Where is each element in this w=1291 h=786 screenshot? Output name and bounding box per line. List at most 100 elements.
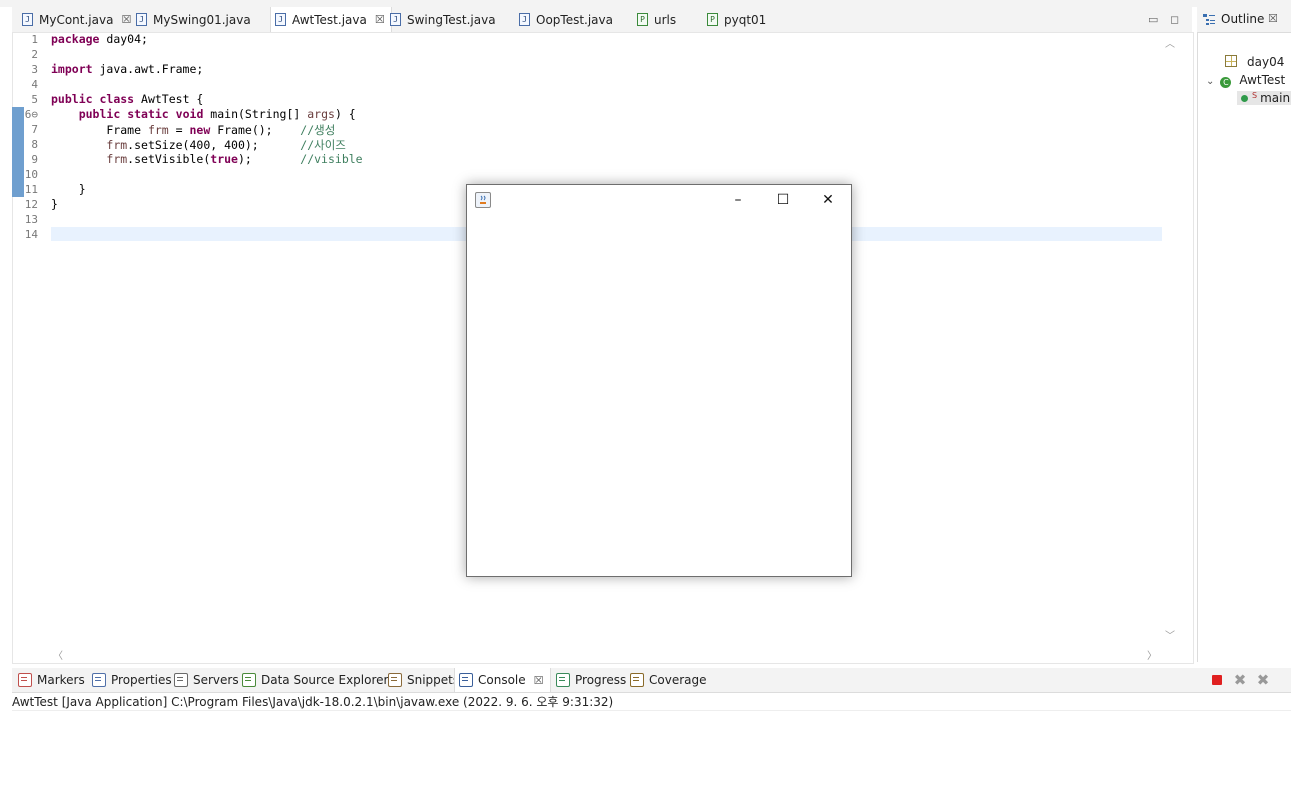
line-number: 10: [24, 168, 38, 181]
editor-tab-4[interactable]: J OopTest.java: [515, 7, 619, 32]
console-output[interactable]: [12, 710, 1291, 786]
frame-minimize-button[interactable]: –: [728, 191, 748, 209]
scroll-right-icon[interactable]: 〉: [1147, 647, 1157, 662]
database-icon: [242, 673, 256, 687]
scroll-up-icon[interactable]: ︿: [1165, 35, 1175, 50]
panel-tab-3[interactable]: Data Source Explorer: [238, 668, 394, 692]
snippets-icon: [388, 673, 402, 687]
console-icon: [459, 673, 473, 687]
awt-frame-window[interactable]: – ☐ ✕: [466, 184, 852, 577]
editor-tab-label: AwtTest.java: [292, 12, 367, 27]
scroll-left-icon[interactable]: 〈: [53, 647, 63, 662]
panel-tab-label: Properties: [111, 673, 172, 687]
line-number: 6⊖: [24, 108, 38, 121]
python-file-icon: P: [707, 13, 718, 26]
code-line[interactable]: }: [51, 197, 58, 211]
java-file-icon: J: [519, 13, 530, 26]
line-number: 5: [31, 93, 38, 106]
java-file-icon: J: [136, 13, 147, 26]
console-status: AwtTest [Java Application] C:\Program Fi…: [12, 695, 614, 709]
editor-tab-label: SwingTest.java: [407, 12, 496, 27]
line-number: 2: [31, 48, 38, 61]
line-number: 7: [31, 123, 38, 136]
frame-close-button[interactable]: ✕: [818, 191, 838, 209]
panel-tab-7[interactable]: Coverage: [626, 668, 713, 692]
line-number: 1: [31, 33, 38, 46]
line-number: 4: [31, 78, 38, 91]
outline-item-package[interactable]: day04: [1225, 55, 1284, 69]
line-number: 9: [31, 153, 38, 166]
editor-tab-3[interactable]: J SwingTest.java: [386, 7, 502, 32]
panel-tab-label: Console: [478, 673, 526, 687]
code-line[interactable]: frm.setSize(400, 400); //사이즈: [51, 137, 345, 153]
code-line[interactable]: public class AwtTest {: [51, 92, 203, 106]
panel-tab-label: Data Source Explorer: [261, 673, 389, 687]
class-icon: C: [1220, 77, 1232, 88]
java-file-icon: J: [275, 13, 286, 26]
outline-icon: [1203, 13, 1215, 25]
editor-tab-2[interactable]: J AwtTest.java ☒: [270, 7, 392, 32]
awt-frame-titlebar[interactable]: – ☐ ✕: [467, 185, 851, 215]
panel-tab-0[interactable]: Markers: [14, 668, 91, 692]
editor-tab-0[interactable]: J MyCont.java ☒: [18, 7, 137, 32]
chevron-down-icon[interactable]: ⌄: [1206, 76, 1214, 87]
properties-icon: [92, 673, 106, 687]
terminate-icon[interactable]: [1210, 673, 1224, 687]
remove-launch-icon[interactable]: ✖: [1233, 671, 1247, 689]
panel-tab-label: Markers: [37, 673, 85, 687]
editor-tab-label: urls: [654, 12, 677, 27]
panel-tab-5[interactable]: Console ☒: [454, 668, 551, 692]
java-file-icon: J: [390, 13, 401, 26]
outline-close-icon[interactable]: ☒: [1268, 12, 1278, 25]
panel-tab-1[interactable]: Properties: [88, 668, 178, 692]
panel-tab-label: Snippets: [407, 673, 460, 687]
minimize-view-icon[interactable]: ▭: [1148, 7, 1158, 32]
line-number: 11: [24, 183, 38, 196]
editor-tab-label: OopTest.java: [536, 12, 613, 27]
scroll-down-icon[interactable]: ﹀: [1165, 627, 1175, 642]
line-number: 3: [31, 63, 38, 76]
progress-icon: [556, 673, 570, 687]
editor-tab-label: MySwing01.java: [153, 12, 251, 27]
editor-tab-1[interactable]: J MySwing01.java: [132, 7, 257, 32]
close-tab-icon[interactable]: ☒: [375, 13, 385, 26]
frame-maximize-button[interactable]: ☐: [773, 191, 793, 209]
outline-item-class[interactable]: ⌄ C AwtTest: [1206, 73, 1285, 88]
panel-tab-6[interactable]: Progress: [552, 668, 632, 692]
top-strip: [0, 0, 1291, 7]
outline-tab[interactable]: Outline ☒: [1197, 7, 1291, 33]
code-line[interactable]: }: [51, 182, 86, 196]
panel-tab-2[interactable]: Servers: [170, 668, 245, 692]
panel-tab-4[interactable]: Snippets: [384, 668, 465, 692]
panel-tab-label: Servers: [193, 673, 239, 687]
line-number: 12: [24, 198, 38, 211]
servers-icon: [174, 673, 188, 687]
vertical-scrollbar[interactable]: ︿ ﹀: [1162, 33, 1178, 643]
code-line[interactable]: Frame frm = new Frame(); //생성: [51, 122, 335, 138]
code-line[interactable]: import java.awt.Frame;: [51, 62, 203, 76]
line-number: 8: [31, 138, 38, 151]
editor-tab-label: pyqt01: [724, 12, 767, 27]
editor-tab-6[interactable]: Ppyqt01: [703, 7, 772, 32]
close-tab-icon[interactable]: ☒: [534, 674, 544, 687]
panel-tab-label: Coverage: [649, 673, 707, 687]
code-line[interactable]: package day04;: [51, 32, 148, 46]
horizontal-scrollbar[interactable]: 〈 〉: [51, 645, 1162, 662]
panel-tab-label: Progress: [575, 673, 627, 687]
line-number: 13: [24, 213, 38, 226]
markers-icon: [18, 673, 32, 687]
code-line[interactable]: public static void main(String[] args) {: [51, 107, 356, 121]
java-file-icon: J: [22, 13, 33, 26]
coverage-icon: [630, 673, 644, 687]
code-line[interactable]: frm.setVisible(true); //visible: [51, 152, 362, 166]
method-icon: [1241, 95, 1248, 102]
maximize-view-icon[interactable]: ◻: [1170, 7, 1179, 32]
outline-title: Outline: [1221, 12, 1265, 26]
outline-item-method[interactable]: Smain: [1237, 91, 1291, 105]
close-tab-icon[interactable]: ☒: [121, 13, 131, 26]
editor-tab-label: MyCont.java: [39, 12, 114, 27]
java-cup-icon: [475, 192, 491, 208]
outline-view: [1197, 7, 1291, 662]
editor-tab-5[interactable]: Purls: [633, 7, 682, 32]
remove-all-launches-icon[interactable]: ✖: [1256, 671, 1270, 689]
